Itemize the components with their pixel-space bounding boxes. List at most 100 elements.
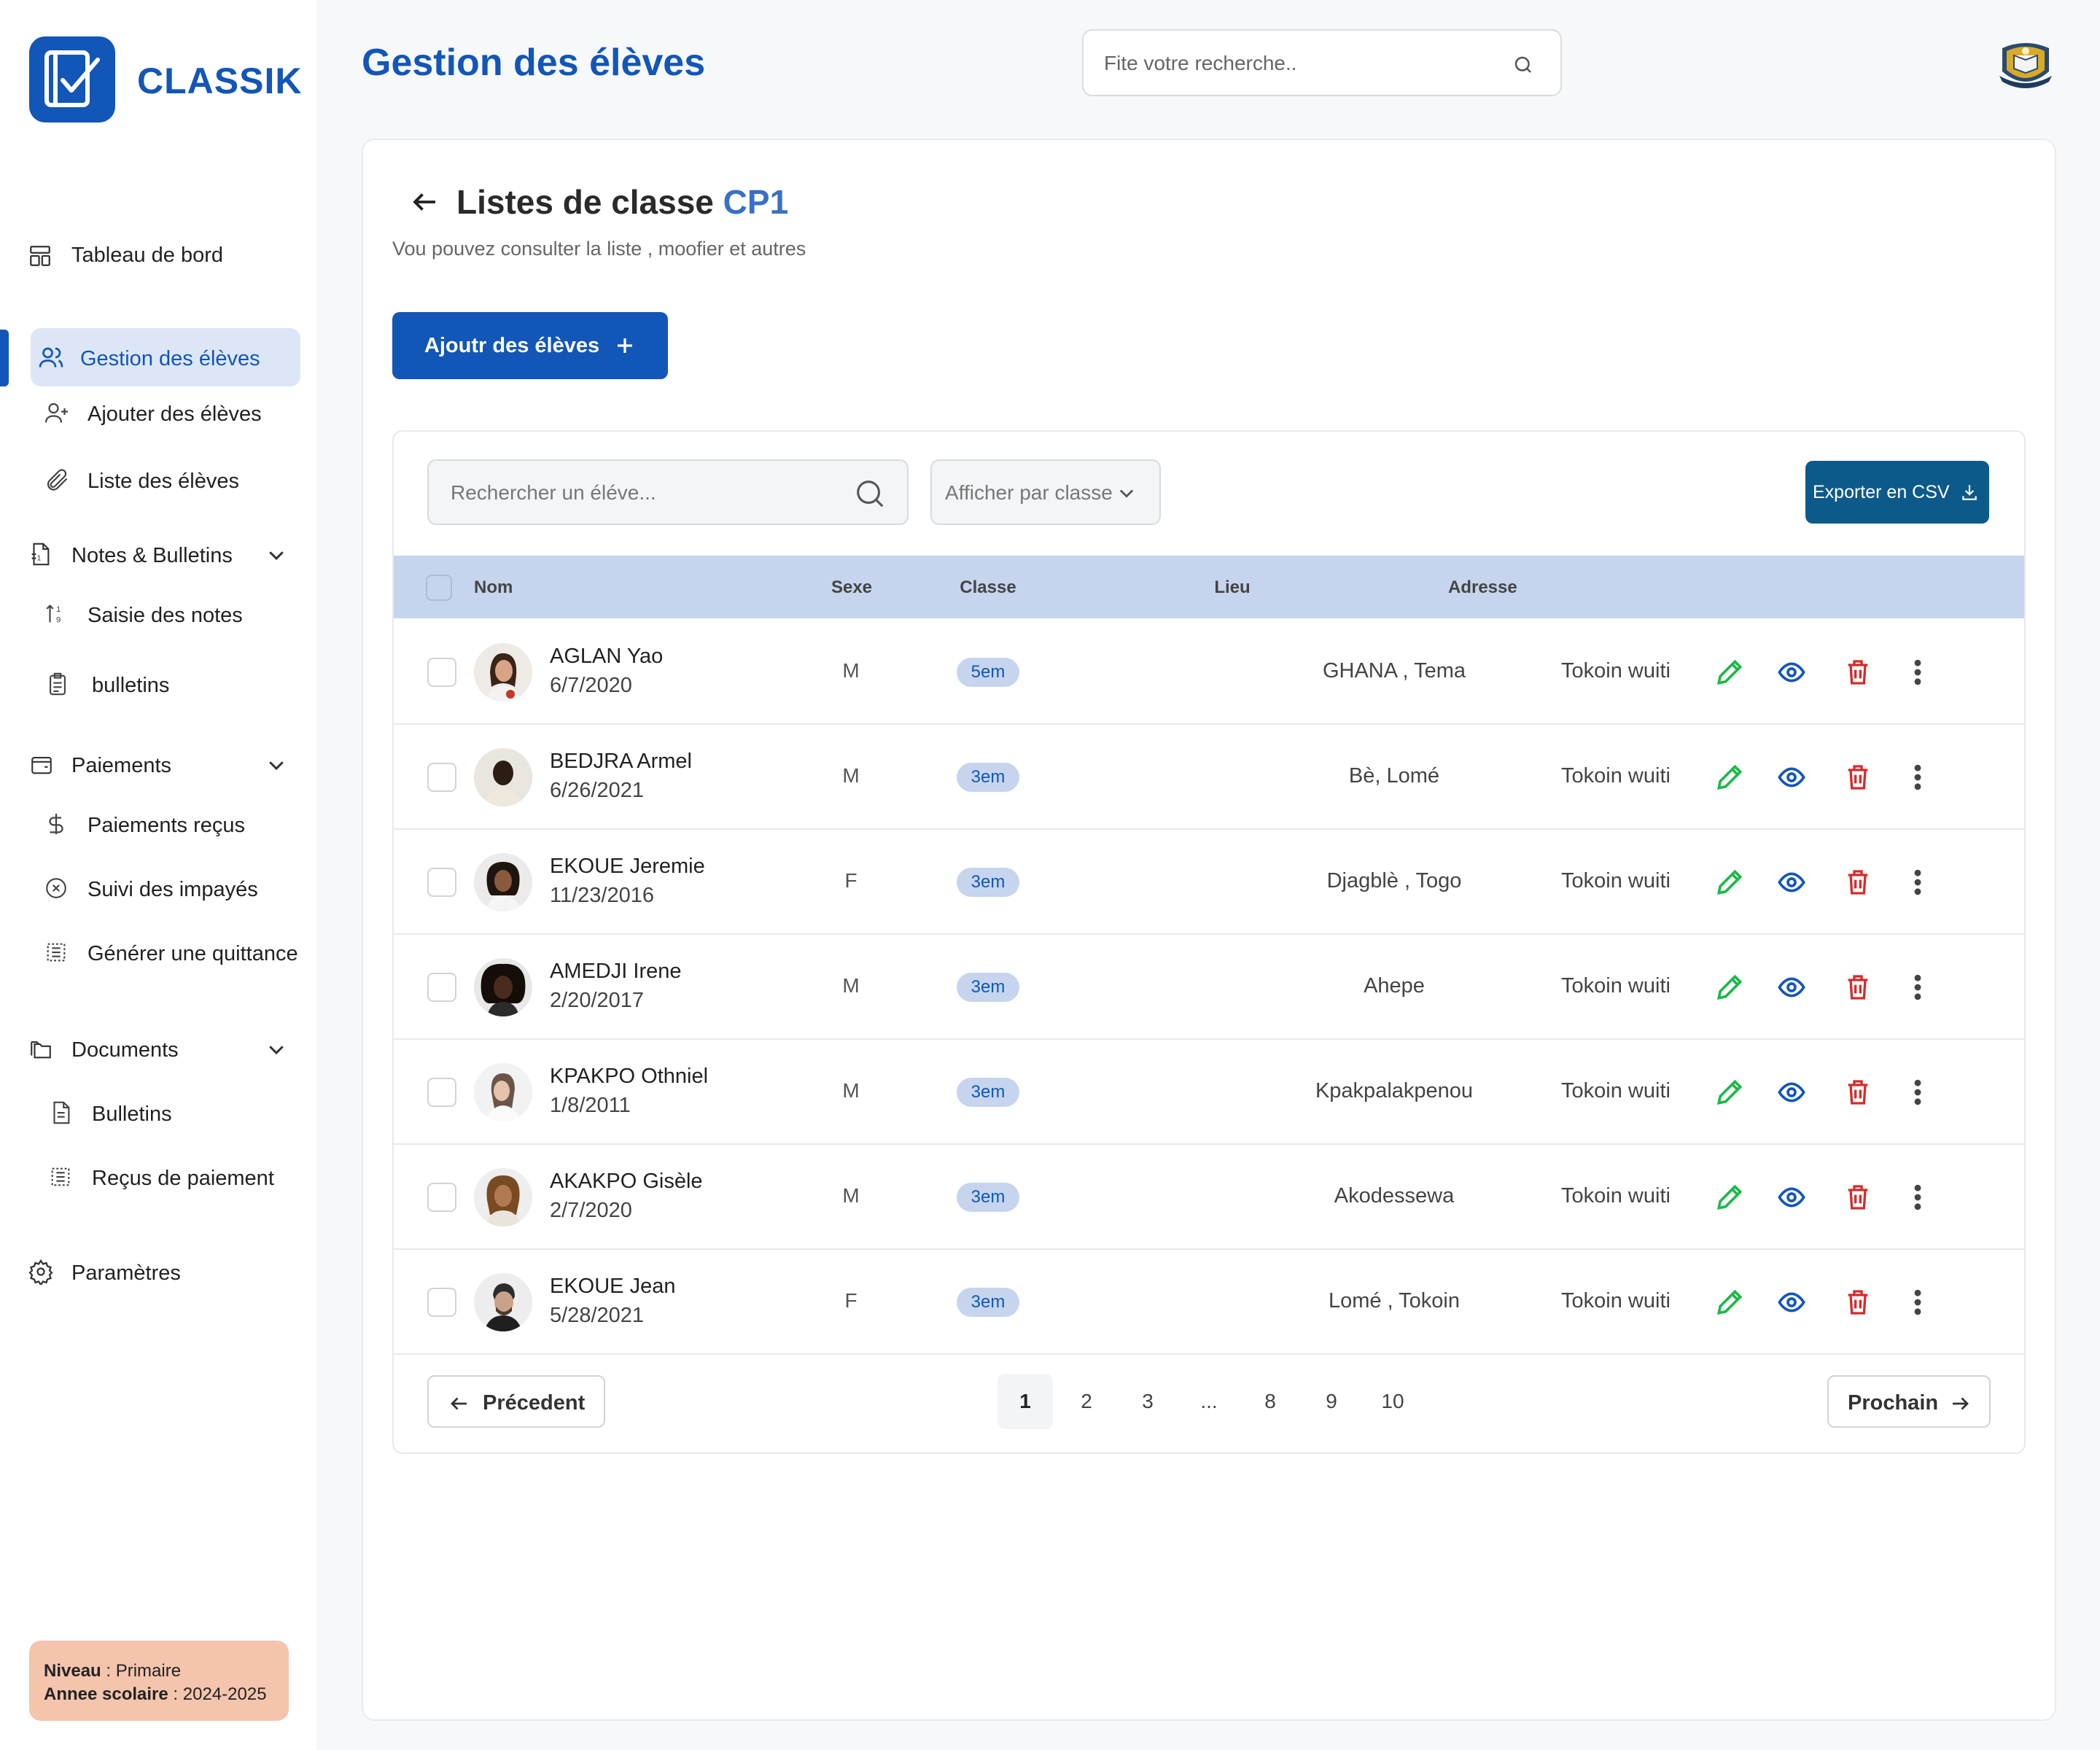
- eye-icon[interactable]: [1776, 973, 1807, 1002]
- table-row[interactable]: AGLAN Yao 6/7/2020 M 5em GHANA , Tema To…: [394, 620, 2024, 725]
- trash-icon[interactable]: [1843, 761, 1872, 793]
- page-number[interactable]: 8: [1242, 1374, 1298, 1429]
- select-all-checkbox[interactable]: [426, 575, 452, 601]
- student-sex: F: [844, 1289, 858, 1312]
- dashboard-icon: [30, 246, 50, 266]
- page-number[interactable]: 9: [1304, 1374, 1359, 1429]
- table-row[interactable]: BEDJRA Armel 6/26/2021 M 3em Bè, Lomé To…: [394, 725, 2024, 830]
- column-header-place[interactable]: Lieu: [1138, 578, 1327, 598]
- eye-icon[interactable]: [1776, 1078, 1807, 1107]
- search-icon[interactable]: [1512, 54, 1534, 76]
- year-label: Annee scolaire: [44, 1684, 168, 1704]
- previous-page-button[interactable]: Précedent: [427, 1375, 605, 1428]
- student-name[interactable]: AKAKPO Gisèle: [550, 1170, 703, 1194]
- eye-icon[interactable]: [1776, 868, 1807, 897]
- column-header-sex[interactable]: Sexe: [822, 578, 881, 598]
- row-checkbox[interactable]: [427, 1078, 456, 1107]
- sidebar-label: Ajouter des élèves: [88, 402, 262, 426]
- search-input[interactable]: [1104, 47, 1483, 80]
- trash-icon[interactable]: [1843, 656, 1872, 688]
- edit-pencil-icon[interactable]: [1714, 1181, 1746, 1213]
- trash-icon[interactable]: [1843, 1286, 1872, 1318]
- svg-text:1: 1: [56, 605, 61, 614]
- student-avatar: [474, 748, 532, 806]
- trash-icon[interactable]: [1843, 866, 1872, 898]
- row-checkbox[interactable]: [427, 1183, 456, 1212]
- page-number[interactable]: 3: [1120, 1374, 1175, 1429]
- student-name[interactable]: BEDJRA Armel: [550, 750, 692, 774]
- eye-icon[interactable]: [1776, 763, 1807, 792]
- sidebar-label: Paiements: [71, 754, 172, 777]
- next-page-button[interactable]: Prochain: [1827, 1375, 1991, 1428]
- export-csv-label: Exporter en CSV: [1813, 482, 1950, 502]
- table-row[interactable]: EKOUE Jeremie 11/23/2016 F 3em Djagblè ,…: [394, 830, 2024, 935]
- more-vertical-icon[interactable]: [1910, 1286, 1925, 1318]
- add-students-button[interactable]: Ajoutr des élèves: [392, 312, 668, 379]
- sidebar-label: Tableau de bord: [71, 244, 223, 267]
- student-name[interactable]: AMEDJI Irene: [550, 960, 682, 984]
- edit-pencil-icon[interactable]: [1714, 866, 1746, 898]
- student-name[interactable]: KPAKPO Othniel: [550, 1065, 708, 1089]
- column-header-address[interactable]: Adresse: [1448, 578, 1536, 598]
- more-vertical-icon[interactable]: [1910, 761, 1925, 793]
- page-number[interactable]: 1: [998, 1374, 1053, 1429]
- more-vertical-icon[interactable]: [1910, 1076, 1925, 1108]
- page-number[interactable]: 10: [1365, 1374, 1420, 1429]
- table-row[interactable]: AKAKPO Gisèle 2/7/2020 M 3em Akodessewa …: [394, 1145, 2024, 1250]
- chevron-down-icon[interactable]: [264, 754, 289, 776]
- student-search[interactable]: Rechercher un éléve...: [427, 459, 909, 525]
- row-checkbox[interactable]: [427, 973, 456, 1002]
- class-filter-select[interactable]: Afficher par classe: [930, 459, 1161, 525]
- eye-icon[interactable]: [1776, 1183, 1807, 1212]
- more-vertical-icon[interactable]: [1910, 656, 1925, 688]
- student-sex: M: [842, 974, 860, 997]
- student-sex: F: [844, 869, 858, 892]
- back-arrow-icon[interactable]: [410, 187, 440, 217]
- edit-pencil-icon[interactable]: [1714, 761, 1746, 793]
- table-header: Nom Sexe Classe Lieu Adresse: [394, 556, 2024, 618]
- table-row[interactable]: EKOUE Jean 5/28/2021 F 3em Lomé , Tokoin…: [394, 1250, 2024, 1355]
- edit-pencil-icon[interactable]: [1714, 1076, 1746, 1108]
- sidebar-label: bulletins: [92, 674, 170, 697]
- more-vertical-icon[interactable]: [1910, 1181, 1925, 1213]
- student-name[interactable]: EKOUE Jeremie: [550, 855, 705, 879]
- more-vertical-icon[interactable]: [1910, 866, 1925, 898]
- edit-pencil-icon[interactable]: [1714, 1286, 1746, 1318]
- column-header-name[interactable]: Nom: [474, 578, 513, 598]
- row-checkbox[interactable]: [427, 868, 456, 897]
- add-students-label: Ajoutr des élèves: [424, 333, 600, 357]
- search-icon[interactable]: [853, 477, 887, 510]
- trash-icon[interactable]: [1843, 1181, 1872, 1213]
- eye-icon[interactable]: [1776, 658, 1807, 687]
- class-badge: 5em: [957, 658, 1019, 687]
- table-row[interactable]: AMEDJI Irene 2/20/2017 M 3em Ahepe Tokoi…: [394, 935, 2024, 1040]
- app-logo[interactable]: [29, 36, 115, 122]
- edit-pencil-icon[interactable]: [1714, 656, 1746, 688]
- student-avatar: [474, 853, 532, 911]
- chevron-down-icon[interactable]: [264, 1038, 289, 1060]
- student-sex: M: [842, 659, 860, 682]
- school-crest-icon[interactable]: [1995, 34, 2056, 95]
- trash-icon[interactable]: [1843, 971, 1872, 1003]
- sidebar-label: Paiements reçus: [88, 814, 245, 837]
- student-name[interactable]: AGLAN Yao: [550, 645, 663, 669]
- global-search[interactable]: [1082, 29, 1562, 96]
- chevron-down-icon[interactable]: [264, 544, 289, 566]
- class-badge: 3em: [957, 1288, 1019, 1317]
- student-name[interactable]: EKOUE Jean: [550, 1275, 675, 1299]
- table-row[interactable]: KPAKPO Othniel 1/8/2011 M 3em Kpakpalakp…: [394, 1040, 2024, 1145]
- row-checkbox[interactable]: [427, 1288, 456, 1317]
- class-badge: 3em: [957, 1078, 1019, 1107]
- eye-icon[interactable]: [1776, 1288, 1807, 1317]
- row-checkbox[interactable]: [427, 763, 456, 792]
- export-csv-button[interactable]: Exporter en CSV: [1805, 461, 1989, 524]
- more-vertical-icon[interactable]: [1910, 971, 1925, 1003]
- checklist-book-icon: [44, 50, 100, 107]
- row-checkbox[interactable]: [427, 658, 456, 687]
- edit-pencil-icon[interactable]: [1714, 971, 1746, 1003]
- page-number[interactable]: 2: [1059, 1374, 1114, 1429]
- sort-numeric-icon: 19: [46, 604, 61, 624]
- trash-icon[interactable]: [1843, 1076, 1872, 1108]
- column-header-class[interactable]: Classe: [948, 578, 1028, 598]
- sidebar-label: Documents: [71, 1038, 179, 1062]
